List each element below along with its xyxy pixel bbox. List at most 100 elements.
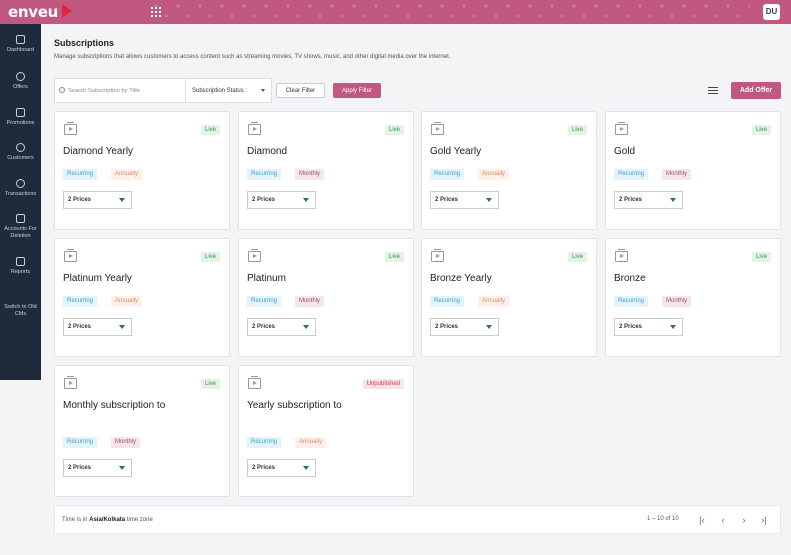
card-title: Gold Yearly: [430, 146, 482, 157]
caret-down-icon: [486, 325, 492, 329]
status-select-label: Subscription Status :: [192, 88, 248, 94]
status-badge: Live: [384, 125, 404, 135]
sidebar-item-label: Customers: [7, 155, 34, 161]
period-tag: Annually: [295, 437, 327, 448]
next-page-icon[interactable]: ›: [738, 514, 750, 526]
card-title: Monthly subscription to: [63, 400, 166, 411]
prices-label: 2 Prices: [68, 324, 92, 330]
apply-filter-button[interactable]: Apply Filter: [333, 83, 381, 98]
list-view-icon[interactable]: [708, 87, 718, 94]
status-badge: Live: [751, 125, 771, 135]
tv-icon: [64, 249, 77, 262]
subscription-card[interactable]: Live Platinum Yearly Recurring Annually …: [54, 238, 230, 357]
tv-icon: [248, 376, 261, 389]
add-offer-button[interactable]: Add Offer: [731, 82, 781, 99]
dashboard-icon: [16, 35, 25, 44]
tv-icon: [64, 376, 77, 389]
sidebar-item-promotions[interactable]: Promotions: [0, 108, 41, 127]
top-bar: enveu DU: [0, 0, 791, 24]
sidebar-item-accounts-for-deletion[interactable]: Accounts For Deletion: [0, 214, 41, 240]
page-description: Manage subscriptions that allows custome…: [54, 54, 451, 60]
period-tag: Monthly: [662, 296, 692, 307]
promotions-icon: [16, 108, 25, 117]
sidebar-item-label: Offers: [13, 84, 28, 90]
prices-dropdown[interactable]: 2 Prices: [63, 459, 132, 477]
prices-dropdown[interactable]: 2 Prices: [63, 191, 132, 209]
trash-icon: [16, 214, 25, 223]
prices-dropdown[interactable]: 2 Prices: [247, 191, 316, 209]
prices-dropdown[interactable]: 2 Prices: [247, 459, 316, 477]
prices-dropdown[interactable]: 2 Prices: [247, 318, 316, 336]
offers-icon: [16, 72, 25, 81]
sidebar: Dashboard Offers Promotions Customers Tr…: [0, 24, 41, 380]
avatar[interactable]: DU: [763, 4, 780, 20]
status-badge: Live: [384, 252, 404, 262]
prices-label: 2 Prices: [619, 197, 643, 203]
sidebar-item-label: Accounts For Deletion: [4, 226, 37, 239]
tv-icon: [431, 122, 444, 135]
search-box: [54, 78, 185, 103]
sidebar-item-label: Dashboard: [7, 47, 34, 53]
sidebar-item-label: Promotions: [6, 120, 35, 126]
caret-down-icon: [670, 325, 676, 329]
sidebar-item-label: Reports: [10, 269, 31, 275]
status-badge: Live: [751, 252, 771, 262]
type-tag: Recurring: [614, 296, 649, 307]
header-pattern: [150, 0, 750, 24]
type-tag: Recurring: [430, 169, 465, 180]
status-badge: Live: [200, 379, 220, 389]
caret-down-icon: [119, 198, 125, 202]
prices-label: 2 Prices: [619, 324, 643, 330]
caret-down-icon: [303, 466, 309, 470]
card-title: Gold: [614, 146, 636, 157]
type-tag: Recurring: [430, 296, 465, 307]
prices-dropdown[interactable]: 2 Prices: [614, 318, 683, 336]
sidebar-item-reports[interactable]: Reports: [0, 257, 41, 276]
tv-icon: [248, 122, 261, 135]
prices-dropdown[interactable]: 2 Prices: [430, 191, 499, 209]
period-tag: Monthly: [111, 437, 141, 448]
prices-dropdown[interactable]: 2 Prices: [63, 318, 132, 336]
subscription-card[interactable]: Live Bronze Yearly Recurring Annually 2 …: [421, 238, 597, 357]
caret-down-icon: [119, 325, 125, 329]
status-badge: Live: [200, 125, 220, 135]
subscription-card[interactable]: Live Platinum Recurring Monthly 2 Prices: [238, 238, 414, 357]
sidebar-item-dashboard[interactable]: Dashboard: [0, 35, 41, 54]
period-tag: Monthly: [295, 296, 325, 307]
customers-icon: [16, 143, 25, 152]
prices-label: 2 Prices: [68, 465, 92, 471]
subscription-card[interactable]: Live Gold Recurring Monthly 2 Prices: [605, 111, 781, 230]
subscription-status-select[interactable]: Subscription Status :: [185, 78, 272, 103]
subscription-card[interactable]: Live Monthly subscription to Recurring M…: [54, 365, 230, 497]
prices-label: 2 Prices: [435, 324, 459, 330]
tv-icon: [615, 249, 628, 262]
logo[interactable]: enveu: [8, 3, 58, 21]
status-badge: Live: [567, 125, 587, 135]
last-page-icon[interactable]: ›|: [758, 514, 770, 526]
sidebar-item-switch-to-old-cms[interactable]: Switch to Old CMs: [0, 304, 41, 318]
card-title: Bronze Yearly: [430, 273, 492, 284]
sidebar-item-offers[interactable]: Offers: [0, 72, 41, 91]
prev-page-icon[interactable]: ‹: [717, 514, 729, 526]
dollar-icon: [16, 179, 25, 188]
subscription-card[interactable]: Unpublished Yearly subscription to Recur…: [238, 365, 414, 497]
prices-label: 2 Prices: [252, 197, 276, 203]
first-page-icon[interactable]: |‹: [696, 514, 708, 526]
clear-filter-button[interactable]: Clear Filter: [276, 83, 325, 98]
prices-dropdown[interactable]: 2 Prices: [614, 191, 683, 209]
prices-label: 2 Prices: [68, 197, 92, 203]
subscription-card[interactable]: Live Diamond Yearly Recurring Annually 2…: [54, 111, 230, 230]
prices-dropdown[interactable]: 2 Prices: [430, 318, 499, 336]
period-tag: Monthly: [662, 169, 692, 180]
subscription-card[interactable]: Live Diamond Recurring Monthly 2 Prices: [238, 111, 414, 230]
timezone-note: Time is in Asia/Kolkata time zone: [62, 517, 153, 523]
subscription-card[interactable]: Live Gold Yearly Recurring Annually 2 Pr…: [421, 111, 597, 230]
sidebar-item-transactions[interactable]: Transactions: [0, 179, 41, 198]
search-icon: [59, 87, 65, 93]
apps-grid-icon[interactable]: [151, 7, 161, 17]
search-input[interactable]: [68, 85, 183, 97]
tv-icon: [64, 122, 77, 135]
type-tag: Recurring: [614, 169, 649, 180]
subscription-card[interactable]: Live Bronze Recurring Monthly 2 Prices: [605, 238, 781, 357]
sidebar-item-customers[interactable]: Customers: [0, 143, 41, 162]
